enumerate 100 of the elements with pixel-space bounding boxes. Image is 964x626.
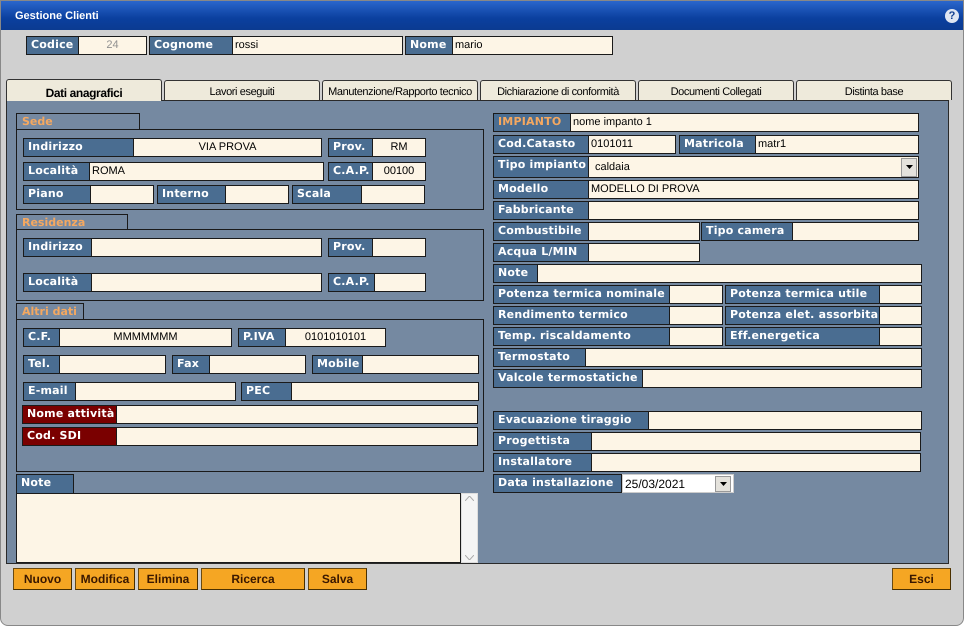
dropdown-button[interactable] — [901, 158, 917, 176]
field-label: Scala — [292, 184, 362, 204]
date-field[interactable]: 25/03/2021 — [622, 474, 734, 493]
input-field[interactable]: MODELLO DI PROVA — [589, 180, 919, 199]
field-label: Installatore — [493, 453, 592, 472]
field-label: Modello — [493, 180, 589, 199]
field-label: Termostato — [493, 348, 586, 367]
input-field[interactable]: rossi — [233, 36, 403, 55]
field-label: Fabbricante — [493, 201, 589, 220]
field-label: Combustibile — [493, 222, 589, 241]
notes-textarea[interactable] — [16, 493, 461, 564]
field-label: Temp. riscaldamento — [493, 327, 670, 346]
field-label: Matricola — [679, 135, 756, 154]
action-button[interactable]: Salva — [308, 568, 367, 590]
input-field[interactable] — [117, 427, 478, 446]
help-button[interactable]: ? — [945, 8, 959, 22]
field-label: Indirizzo — [23, 138, 134, 157]
dropdown-arrow-icon — [906, 165, 912, 169]
input-field[interactable] — [592, 453, 921, 472]
field-label: PEC — [241, 382, 292, 402]
field-label: Prov. — [328, 238, 373, 258]
tab[interactable]: Dichiarazione di conformità — [480, 80, 636, 100]
input-field[interactable] — [117, 405, 478, 424]
input-field[interactable] — [91, 184, 154, 204]
input-field[interactable] — [76, 382, 236, 402]
action-button[interactable]: Modifica — [75, 568, 135, 590]
input-field[interactable]: nome impanto 1 — [571, 113, 919, 132]
exit-button[interactable]: Esci — [892, 568, 951, 590]
input-field[interactable] — [589, 222, 700, 241]
input-field[interactable]: MMMMMMM — [60, 328, 232, 348]
section-header: IMPIANTO — [493, 113, 571, 132]
action-button[interactable]: Elimina — [138, 568, 198, 590]
field-label: Evacuazione tiraggio — [493, 411, 649, 430]
input-field[interactable] — [670, 306, 723, 325]
input-field[interactable] — [589, 243, 700, 262]
field-label: Località — [23, 162, 90, 181]
input-field[interactable] — [226, 184, 289, 204]
tab[interactable]: Manutenzione/Rapporto tecnico — [322, 80, 478, 100]
field-label: Cognome — [149, 36, 233, 55]
field-label: E-mail — [23, 382, 76, 402]
field-label: Prov. — [328, 138, 373, 157]
input-field[interactable] — [592, 432, 921, 451]
input-field[interactable]: RM — [373, 138, 426, 157]
input-field[interactable]: ROMA — [90, 162, 324, 181]
field-label: Località — [23, 273, 92, 292]
input-field[interactable]: 00100 — [373, 162, 426, 181]
field-label: Potenza elet. assorbita — [725, 306, 880, 325]
input-field[interactable] — [92, 273, 322, 292]
field-label: Nome attività — [22, 405, 117, 424]
input-field[interactable]: VIA PROVA — [134, 138, 322, 157]
field-label: Nome — [405, 36, 453, 55]
input-field[interactable]: 0101011 — [589, 135, 676, 154]
field-label: Mobile — [312, 355, 363, 374]
field-label: Tipo impianto — [493, 156, 589, 178]
field-label: Cod. SDI — [22, 427, 117, 446]
input-field[interactable] — [292, 382, 479, 402]
dropdown-field[interactable]: caldaia — [589, 156, 919, 178]
input-field[interactable] — [363, 355, 479, 374]
input-field[interactable] — [643, 369, 922, 388]
input-field[interactable] — [880, 285, 922, 304]
input-field[interactable] — [649, 411, 922, 430]
input-field[interactable] — [670, 327, 723, 346]
input-field[interactable] — [538, 264, 922, 283]
field-label: Cod.Catasto — [493, 135, 589, 154]
dropdown-arrow-icon — [720, 482, 726, 486]
input-field[interactable] — [373, 238, 426, 258]
dropdown-value: caldaia — [595, 161, 630, 173]
field-label: P.IVA — [238, 328, 286, 348]
input-field[interactable] — [92, 238, 322, 258]
field-label: Progettista — [493, 432, 592, 451]
field-label: Note — [493, 264, 538, 283]
input-field[interactable] — [589, 201, 919, 220]
section-header: Sede — [16, 113, 140, 129]
field-label: Codice — [26, 36, 79, 55]
input-field[interactable] — [210, 355, 306, 374]
input-field[interactable]: 0101010101 — [286, 328, 386, 348]
tab[interactable]: Lavori eseguiti — [164, 80, 320, 100]
action-button[interactable]: Nuovo — [13, 568, 72, 590]
tab[interactable]: Documenti Collegati — [638, 80, 794, 100]
field-label: Fax — [172, 355, 210, 374]
tab[interactable]: Distinta base — [796, 80, 952, 100]
tab[interactable]: Dati anagrafici — [6, 79, 162, 101]
input-field[interactable] — [793, 222, 919, 241]
window-title: Gestione Clienti — [15, 10, 99, 22]
field-label: Tel. — [23, 355, 60, 374]
input-field[interactable] — [670, 285, 723, 304]
input-field[interactable] — [880, 306, 922, 325]
input-field[interactable] — [60, 355, 166, 374]
input-field[interactable]: matr1 — [756, 135, 919, 154]
input-field[interactable]: mario — [453, 36, 613, 55]
input-field[interactable] — [586, 348, 922, 367]
input-field[interactable] — [375, 273, 426, 292]
input-field[interactable] — [362, 184, 425, 204]
action-button[interactable]: Ricerca — [201, 568, 305, 590]
section-header: Residenza — [16, 214, 128, 230]
field-label: C.A.P. — [328, 162, 373, 181]
field-label: C.A.P. — [328, 273, 375, 292]
field-label: Data installazione — [493, 474, 622, 493]
dropdown-button[interactable] — [715, 476, 731, 492]
input-field[interactable] — [880, 327, 922, 346]
